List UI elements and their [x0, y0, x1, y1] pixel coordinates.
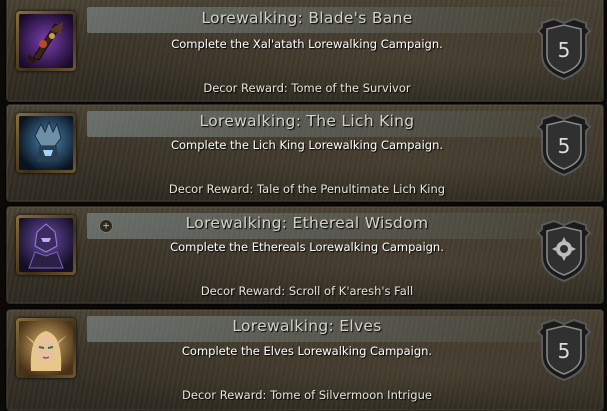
ethereal-icon: [16, 215, 76, 275]
achievement-reward: Decor Reward: Tale of the Penultimate Li…: [168, 182, 446, 196]
shadow-blade-icon: [16, 11, 76, 71]
achievement-reward: Decor Reward: Scroll of K'aresh's Fall: [200, 284, 414, 298]
achievement-description: Complete the Ethereals Lorewalking Campa…: [170, 240, 444, 254]
points-value: 5: [558, 339, 571, 363]
achievement-description: Complete the Elves Lorewalking Campaign.: [181, 344, 433, 358]
achievement-reward: Decor Reward: Tome of the Survivor: [203, 81, 411, 95]
achievement-card-elves[interactable]: Lorewalking: Elves Complete the Elves Lo…: [6, 309, 604, 411]
achievement-points-shield: 5: [534, 17, 594, 81]
achievement-title: Lorewalking: Elves: [232, 317, 382, 335]
lich-king-icon: [16, 113, 76, 173]
achievement-card-lich-king[interactable]: Lorewalking: The Lich King Complete the …: [6, 104, 604, 202]
achievement-emblem-shield: [534, 219, 594, 283]
achievement-title: Lorewalking: Ethereal Wisdom: [185, 214, 429, 232]
points-value: 5: [558, 134, 571, 158]
achievement-title: Lorewalking: Blade's Bane: [201, 9, 413, 27]
achievement-description: Complete the Lich King Lorewalking Campa…: [170, 138, 444, 152]
blood-elf-icon: [16, 318, 76, 378]
achievement-title: Lorewalking: The Lich King: [199, 112, 415, 130]
achievement-points-shield: 5: [534, 113, 594, 177]
points-value: 5: [558, 38, 571, 62]
achievement-reward: Decor Reward: Tome of Silvermoon Intrigu…: [182, 388, 432, 402]
achievement-description: Complete the Xal'atath Lorewalking Campa…: [171, 37, 443, 51]
achievement-card-blades-bane[interactable]: Lorewalking: Blade's Bane Complete the X…: [6, 0, 604, 102]
achievement-list: Lorewalking: Blade's Bane Complete the X…: [0, 0, 607, 411]
achievement-points-shield: 5: [534, 318, 594, 382]
achievement-card-ethereal-wisdom[interactable]: + Lorewalking: Ethereal Wisdom Complete …: [6, 206, 604, 304]
